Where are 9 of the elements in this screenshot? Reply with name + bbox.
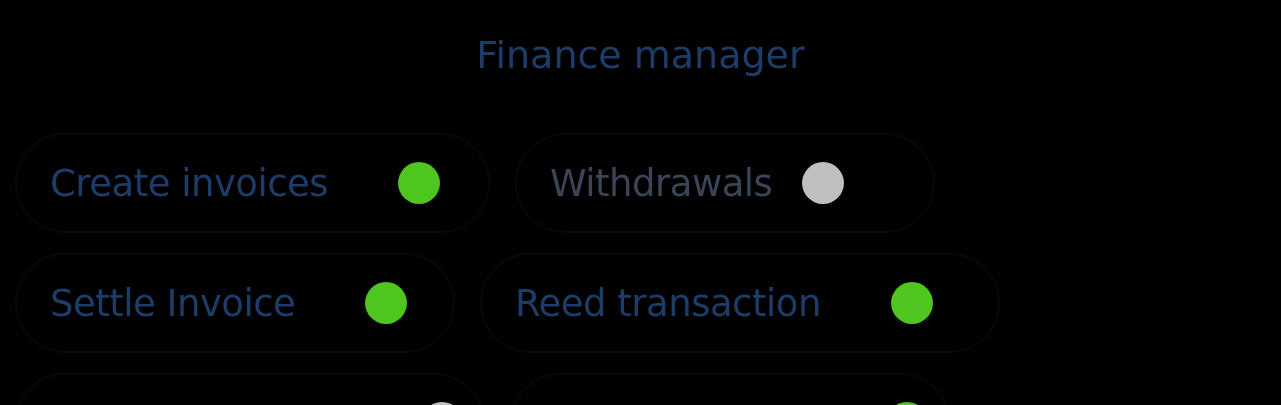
- permission-label: Create invoices: [50, 161, 329, 205]
- permission-toggle[interactable]: Create invoices: [15, 133, 490, 233]
- permission-label: Settle Invoice: [50, 281, 296, 325]
- permission-toggle[interactable]: Settle Invoice: [15, 253, 455, 353]
- permission-toggle[interactable]: Reed transaction: [480, 253, 1000, 353]
- permission-label: Reed transaction: [515, 281, 821, 325]
- page-title: Finance manager: [475, 32, 806, 79]
- permission-toggle[interactable]: Withdrawals: [515, 133, 935, 233]
- permission-label: Withdrawals: [550, 161, 773, 205]
